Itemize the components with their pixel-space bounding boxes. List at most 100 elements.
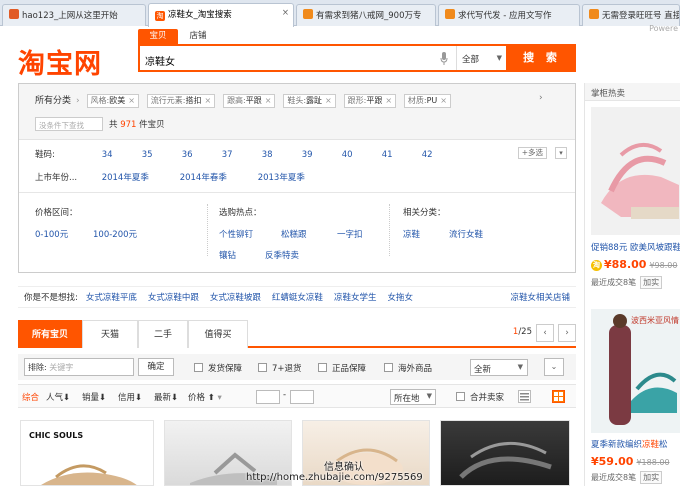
product-card[interactable]: CHIC SOULS <box>20 420 154 486</box>
confirm-button[interactable]: 确定 <box>138 358 174 376</box>
tab-second-hand[interactable]: 二手 <box>138 320 188 348</box>
browser-tab-zhubajie[interactable]: 有需求到猪八戒网_900万专 <box>296 4 436 26</box>
merge-sellers-checkbox[interactable]: 合并卖家 <box>456 391 504 403</box>
remove-chip-icon[interactable]: × <box>128 96 135 105</box>
hot-pick-option[interactable]: 一字扣 <box>337 228 363 240</box>
suggestion-link[interactable]: 红蜻蜓女凉鞋 <box>272 293 323 303</box>
product-image[interactable]: 波西米亚风情 <box>591 309 680 433</box>
genuine-guarantee-checkbox[interactable]: 正品保障 <box>318 362 366 374</box>
add-cart-button[interactable]: 加实 <box>640 471 663 484</box>
product-title[interactable]: 促销88元 欧美风坡跟鞋 <box>591 241 680 253</box>
zhubajie-favicon-icon <box>303 9 313 19</box>
related-category-option[interactable]: 凉鞋 <box>403 228 449 240</box>
chip-value: 搭扣 <box>185 96 202 105</box>
hot-pick-option[interactable]: 镶钻 <box>219 249 265 261</box>
all-categories-link[interactable]: 所有分类 <box>35 93 71 106</box>
multi-select-button[interactable]: +多选 <box>517 147 547 159</box>
hot-seller-card[interactable]: 促销88元 欧美风坡跟鞋 淘 ¥88.00 ¥98.00 最近成交8笔 加实 <box>591 107 680 289</box>
size-option[interactable]: 38 <box>262 150 302 160</box>
chevron-right-icon[interactable]: › <box>539 93 543 103</box>
filter-chip[interactable]: 风格:欧美 × <box>86 94 139 108</box>
collapse-toggle-icon[interactable]: ⌄ <box>544 358 564 376</box>
remove-chip-icon[interactable]: × <box>265 96 272 105</box>
chevron-down-icon[interactable]: ▾ <box>555 147 567 159</box>
product-title[interactable]: 夏季新款编织凉鞋松 <box>591 438 680 450</box>
tab-all-items[interactable]: 所有宝贝 <box>18 320 82 348</box>
hot-seller-card[interactable]: 波西米亚风情 夏季新款编织凉鞋松 ¥59.00 ¥188.00 最近成交8笔 加实 <box>591 309 680 484</box>
related-category-option[interactable]: 流行女鞋 <box>449 228 483 240</box>
search-tab-shops[interactable]: 店铺 <box>178 29 218 44</box>
filter-chip[interactable]: 跟高:平跟 × <box>223 94 276 108</box>
sort-sales[interactable]: 销量⬇ <box>82 391 106 403</box>
remove-chip-icon[interactable]: × <box>385 96 392 105</box>
price-max-input[interactable] <box>290 390 314 404</box>
overseas-items-checkbox[interactable]: 海外商品 <box>384 362 432 374</box>
size-option[interactable]: 42 <box>422 150 462 160</box>
product-image[interactable] <box>591 107 680 235</box>
browser-tab-writing[interactable]: 求代写代发 - 应用文写作 <box>438 4 580 26</box>
suggestion-link[interactable]: 女拖女 <box>387 293 413 303</box>
price-min-input[interactable] <box>256 390 280 404</box>
product-card[interactable] <box>440 420 570 486</box>
search-scope-select[interactable]: 全部 ▼ <box>456 46 508 70</box>
sort-credit[interactable]: 信用⬇ <box>118 391 142 403</box>
size-option[interactable]: 39 <box>302 150 342 160</box>
filter-chip[interactable]: 鞋头:露趾 × <box>283 94 336 108</box>
size-option[interactable]: 40 <box>342 150 382 160</box>
sort-default[interactable]: 综合 <box>22 391 39 403</box>
prev-page-icon[interactable]: ‹ <box>536 324 554 342</box>
size-option[interactable]: 34 <box>102 150 142 160</box>
sort-price[interactable]: 价格 ⬆ ▾ <box>188 391 222 403</box>
filter-chip[interactable]: 材质:PU × <box>403 94 451 108</box>
hot-pick-option[interactable]: 个性铆钉 <box>219 228 281 240</box>
season-option[interactable]: 2014年夏季 <box>102 171 180 183</box>
remove-chip-icon[interactable]: × <box>325 96 332 105</box>
seven-day-return-checkbox[interactable]: 7+退货 <box>258 362 302 374</box>
size-option[interactable]: 35 <box>142 150 182 160</box>
size-option[interactable]: 37 <box>222 150 262 160</box>
within-results-search-input[interactable]: 没条件下查找 <box>35 117 103 131</box>
chip-value: 平跟 <box>366 96 383 105</box>
hot-pick-option[interactable]: 松糕跟 <box>281 228 337 240</box>
suggestion-link[interactable]: 女式凉鞋中跟 <box>148 293 199 303</box>
sort-popularity[interactable]: 人气⬇ <box>46 391 70 403</box>
tab-tmall[interactable]: 天猫 <box>82 320 138 348</box>
browser-tab-hao123[interactable]: hao123_上网从这里开始 <box>2 4 146 26</box>
shipping-guarantee-checkbox[interactable]: 发货保障 <box>194 362 242 374</box>
size-option[interactable]: 41 <box>382 150 422 160</box>
tab-worth-buying[interactable]: 值得买 <box>188 320 248 348</box>
add-cart-button[interactable]: 加实 <box>640 276 663 289</box>
location-select[interactable]: 所在地 ▼ <box>390 389 436 405</box>
search-input[interactable]: 凉鞋女 <box>145 53 175 68</box>
related-shops-link[interactable]: 凉鞋女相关店铺 <box>510 291 570 303</box>
size-option[interactable]: 36 <box>182 150 222 160</box>
browser-tab-wangwang[interactable]: 无需登录旺旺号 直接 <box>582 4 680 26</box>
sandal-image <box>41 464 137 485</box>
close-tab-icon[interactable]: × <box>282 8 289 18</box>
hot-pick-option[interactable]: 反季特卖 <box>265 249 299 261</box>
suggestion-link[interactable]: 女式凉鞋坡跟 <box>210 293 261 303</box>
microphone-icon[interactable] <box>440 52 450 66</box>
remove-chip-icon[interactable]: × <box>440 96 447 105</box>
season-option[interactable]: 2014年春季 <box>180 171 258 183</box>
condition-select[interactable]: 全新 ▼ <box>470 359 528 376</box>
taobao-logo[interactable]: 淘宝网 <box>18 42 102 81</box>
season-option[interactable]: 2013年夏季 <box>258 171 336 183</box>
remove-chip-icon[interactable]: × <box>204 96 211 105</box>
price-range-option[interactable]: 0-100元 <box>35 228 93 240</box>
exclude-keyword-input[interactable]: 排除: 关键字 <box>24 358 134 376</box>
suggestion-link[interactable]: 女式凉鞋平底 <box>86 293 137 303</box>
filter-chip[interactable]: 流行元素:搭扣 × <box>146 94 216 108</box>
suggestion-link[interactable]: 凉鞋女学生 <box>334 293 377 303</box>
sort-newest[interactable]: 最新⬇ <box>154 391 178 403</box>
search-tab-items[interactable]: 宝贝 <box>138 29 178 44</box>
price-range-option[interactable]: 100-200元 <box>93 228 137 240</box>
sort-label: 人气 <box>46 393 64 403</box>
grid-view-icon[interactable] <box>552 390 565 403</box>
list-view-icon[interactable] <box>518 390 531 403</box>
filter-chip[interactable]: 跟形:平跟 × <box>343 94 397 108</box>
checkbox-icon <box>318 363 327 372</box>
next-page-icon[interactable]: › <box>558 324 576 342</box>
search-button[interactable]: 搜 索 <box>508 44 576 72</box>
browser-tab-taobao-search[interactable]: 淘凉鞋女_淘宝搜索 × <box>148 3 294 27</box>
